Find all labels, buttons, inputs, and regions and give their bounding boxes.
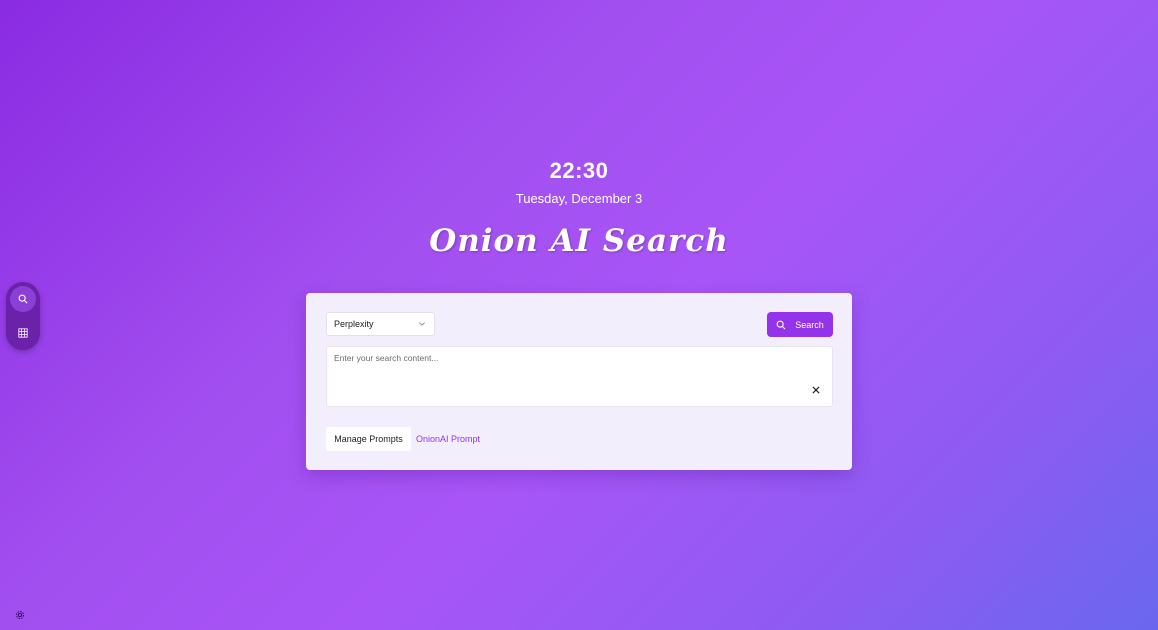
grid-icon bbox=[18, 328, 28, 338]
search-card: Perplexity Search Enter your search cont… bbox=[306, 293, 852, 470]
brand-title: Onion AI Search bbox=[429, 223, 729, 259]
chevron-down-icon bbox=[419, 322, 425, 326]
search-icon bbox=[776, 320, 786, 329]
engine-select[interactable]: Perplexity bbox=[326, 312, 435, 336]
clear-button[interactable] bbox=[810, 384, 822, 396]
clock-time: 22:30 bbox=[549, 158, 609, 183]
settings-button[interactable] bbox=[15, 607, 25, 619]
search-icon bbox=[18, 294, 28, 304]
manage-prompts-button[interactable]: Manage Prompts bbox=[326, 427, 411, 451]
sidebar-rail bbox=[6, 282, 40, 350]
sidebar-item-search[interactable] bbox=[10, 286, 36, 312]
search-input-placeholder: Enter your search content... bbox=[334, 353, 439, 363]
onionai-prompt-link[interactable]: OnionAI Prompt bbox=[416, 434, 480, 444]
search-button[interactable]: Search bbox=[767, 312, 833, 337]
search-button-label: Search bbox=[795, 319, 824, 330]
engine-select-value: Perplexity bbox=[334, 319, 374, 329]
sidebar-item-apps[interactable] bbox=[10, 320, 36, 346]
search-input[interactable]: Enter your search content... bbox=[326, 346, 833, 407]
close-icon bbox=[812, 386, 820, 394]
clock-date: Tuesday, December 3 bbox=[515, 191, 643, 206]
gear-icon bbox=[16, 611, 24, 619]
